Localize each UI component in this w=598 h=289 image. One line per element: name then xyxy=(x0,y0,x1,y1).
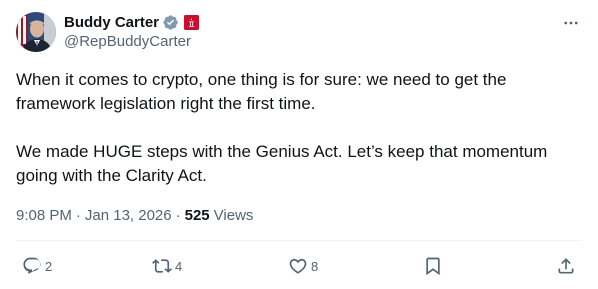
action-bar: 2 4 8 xyxy=(16,253,582,279)
like-button[interactable]: 8 xyxy=(288,253,318,279)
tweet-date[interactable]: Jan 13, 2026 xyxy=(85,207,172,224)
author-handle[interactable]: @RepBuddyCarter xyxy=(64,33,199,50)
repost-button[interactable]: 4 xyxy=(152,253,182,279)
tweet-time[interactable]: 9:08 PM xyxy=(16,207,72,224)
reply-button[interactable]: 2 xyxy=(22,253,52,279)
tweet-meta: 9:08 PM · Jan 13, 2026 · 525 Views xyxy=(16,205,253,225)
bookmark-icon xyxy=(426,257,440,276)
tweet-card: Buddy Carter @RepBuddyCarter When it com… xyxy=(0,0,598,289)
bookmark-button[interactable] xyxy=(423,253,443,279)
us-house-flag-icon[interactable] xyxy=(184,14,200,30)
avatar[interactable] xyxy=(16,12,56,52)
divider xyxy=(16,240,582,241)
tweet-paragraph: We made HUGE steps with the Genius Act. … xyxy=(16,142,548,185)
repost-count: 4 xyxy=(175,258,183,274)
name-row: Buddy Carter xyxy=(64,12,200,32)
views-label: Views xyxy=(213,206,254,224)
heart-icon xyxy=(289,258,307,274)
more-options-icon[interactable] xyxy=(562,14,580,32)
share-button[interactable] xyxy=(556,253,576,279)
tweet-paragraph: When it comes to crypto, one thing is fo… xyxy=(16,70,507,113)
reply-count: 2 xyxy=(45,258,53,274)
meta-separator: · xyxy=(175,206,181,224)
views-count: 525 xyxy=(184,206,210,224)
reply-icon xyxy=(23,257,41,274)
share-icon xyxy=(558,258,574,274)
meta-separator: · xyxy=(75,206,81,224)
author-names: Buddy Carter @RepBuddyCarter xyxy=(64,12,200,50)
tweet-header: Buddy Carter @RepBuddyCarter xyxy=(16,12,582,54)
display-name[interactable]: Buddy Carter xyxy=(64,14,159,31)
repost-icon xyxy=(152,259,172,273)
like-count: 8 xyxy=(311,258,319,274)
verified-badge-icon[interactable] xyxy=(162,14,179,31)
tweet-text: When it comes to crypto, one thing is fo… xyxy=(16,68,582,188)
